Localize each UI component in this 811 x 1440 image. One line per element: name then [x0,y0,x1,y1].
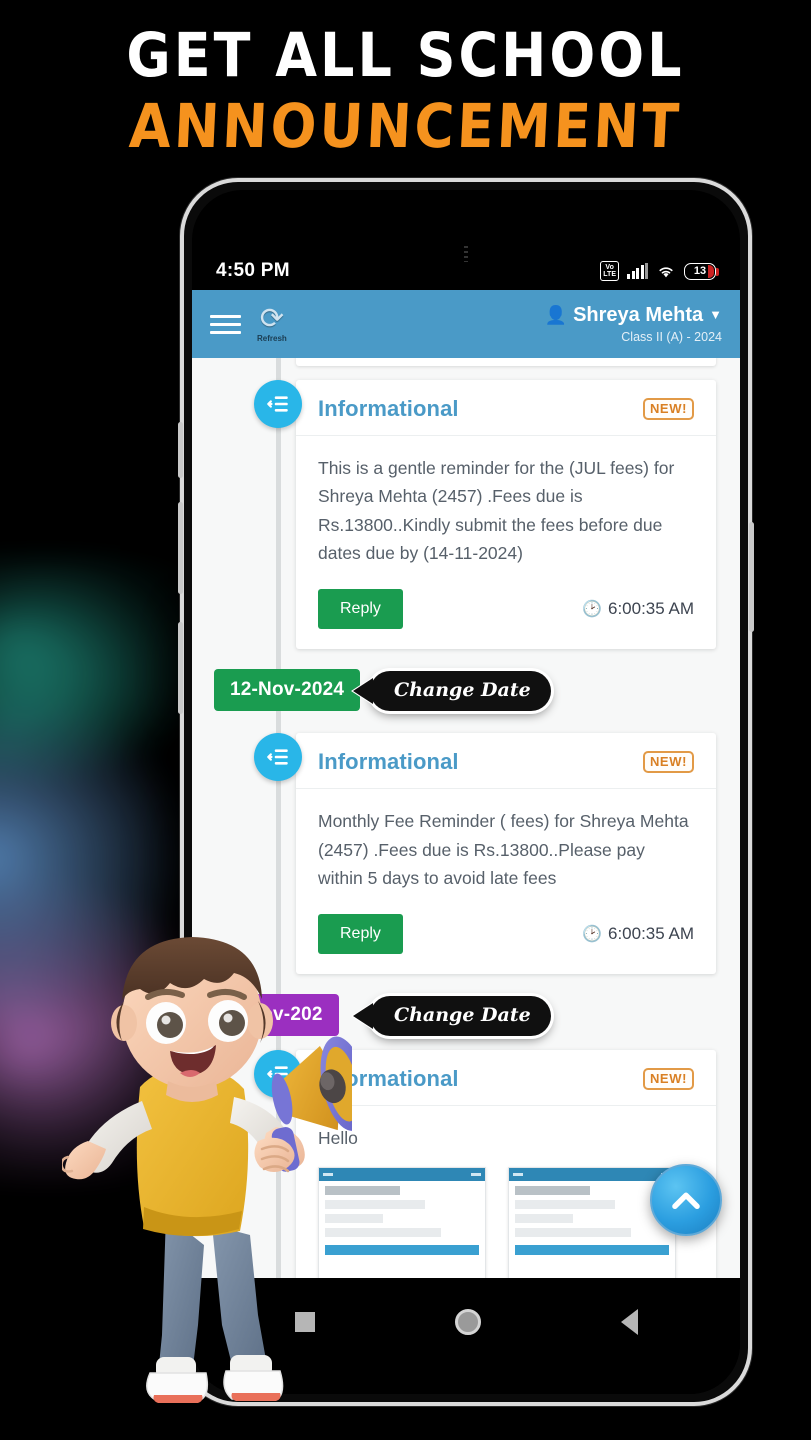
battery-level: 13 [693,265,707,277]
back-triangle-icon[interactable] [620,1309,638,1335]
reply-button[interactable]: Reply [318,589,403,630]
user-class-label: Class II (A) - 2024 [621,329,722,344]
user-menu[interactable]: 👤 Shreya Mehta ▼ Class II (A) - 2024 [545,303,722,346]
announcement-card[interactable]: Informational NEW! Hello [296,1050,716,1278]
card-title: Informational [318,749,459,775]
phone-side-button-top [178,422,183,478]
signal-bars-icon [627,263,648,279]
phone-power-button [749,522,754,632]
attachment-thumbnail-2[interactable] [508,1166,676,1278]
card-title: Informational [318,396,459,421]
caret-down-icon: ▼ [709,307,722,323]
card-body-text: Hello [318,1128,358,1149]
refresh-button[interactable]: ⟳ Refresh [257,303,287,344]
new-badge: NEW! [642,751,694,774]
boy-with-megaphone-3d [62,905,352,1425]
scroll-to-top-button[interactable] [650,1164,722,1236]
person-icon: 👤 [544,304,568,325]
app-bar: ⟳ Refresh 👤 Shreya Mehta ▼ Class II (A) … [192,290,740,358]
change-date-callout: Change Date [370,671,551,712]
home-circle-icon[interactable] [454,1309,481,1335]
character-illustration [62,937,352,1403]
timestamp-value: 6:00:35 AM [607,599,694,619]
status-bar: 4:50 PM Vo LTE 13 [192,252,740,290]
announcement-entry: Informational NEW! This is a gentle remi… [192,380,740,650]
new-badge: NEW! [642,398,694,420]
refresh-label: Refresh [257,334,287,343]
card-body-text: Monthly Fee Reminder ( fees) for Shreya … [318,811,689,889]
clock-icon: 🕑 [582,601,602,619]
announcement-list-icon [254,733,302,782]
user-name: Shreya Mehta [573,303,704,326]
promo-banner: GET ALL SCHOOL ANNOUNCEMENT 4:50 PM Vo LT… [0,0,811,1440]
phone-side-button-mid [178,502,183,594]
phone-side-button-bottom [178,622,183,714]
chevron-up-icon [672,1192,700,1210]
announcement-card[interactable]: Informational NEW! This is a gentle remi… [296,380,716,650]
status-icons: Vo LTE 13 [600,261,719,281]
wifi-icon [659,267,673,278]
new-badge: NEW! [642,1068,694,1091]
timestamp-value: 6:00:35 AM [607,924,694,944]
promo-headline: GET ALL SCHOOL ANNOUNCEMENT [0,20,811,162]
announcement-list-icon [254,380,302,428]
announcement-card[interactable]: Informational NEW! Monthly Fee Reminder … [296,733,716,975]
card-timestamp: 🕑 6:00:35 AM [582,924,694,944]
date-chip[interactable]: 12-Nov-2024 [214,669,361,712]
status-time: 4:50 PM [216,260,290,281]
headline-line-2: ANNOUNCEMENT [127,90,684,162]
hamburger-menu-icon[interactable] [210,314,241,334]
change-date-callout: Change Date [370,996,551,1037]
volte-icon: Vo LTE [600,261,619,281]
clock-icon: 🕑 [582,926,602,944]
refresh-icon: ⟳ [259,303,285,335]
card-timestamp: 🕑 6:00:35 AM [582,599,694,619]
battery-indicator: 13 [684,262,719,280]
date-separator: 12-Nov-2024 Change Date [192,649,740,733]
card-body-text: This is a gentle reminder for the (JUL f… [318,458,675,564]
headline-line-1: GET ALL SCHOOL [126,20,685,91]
